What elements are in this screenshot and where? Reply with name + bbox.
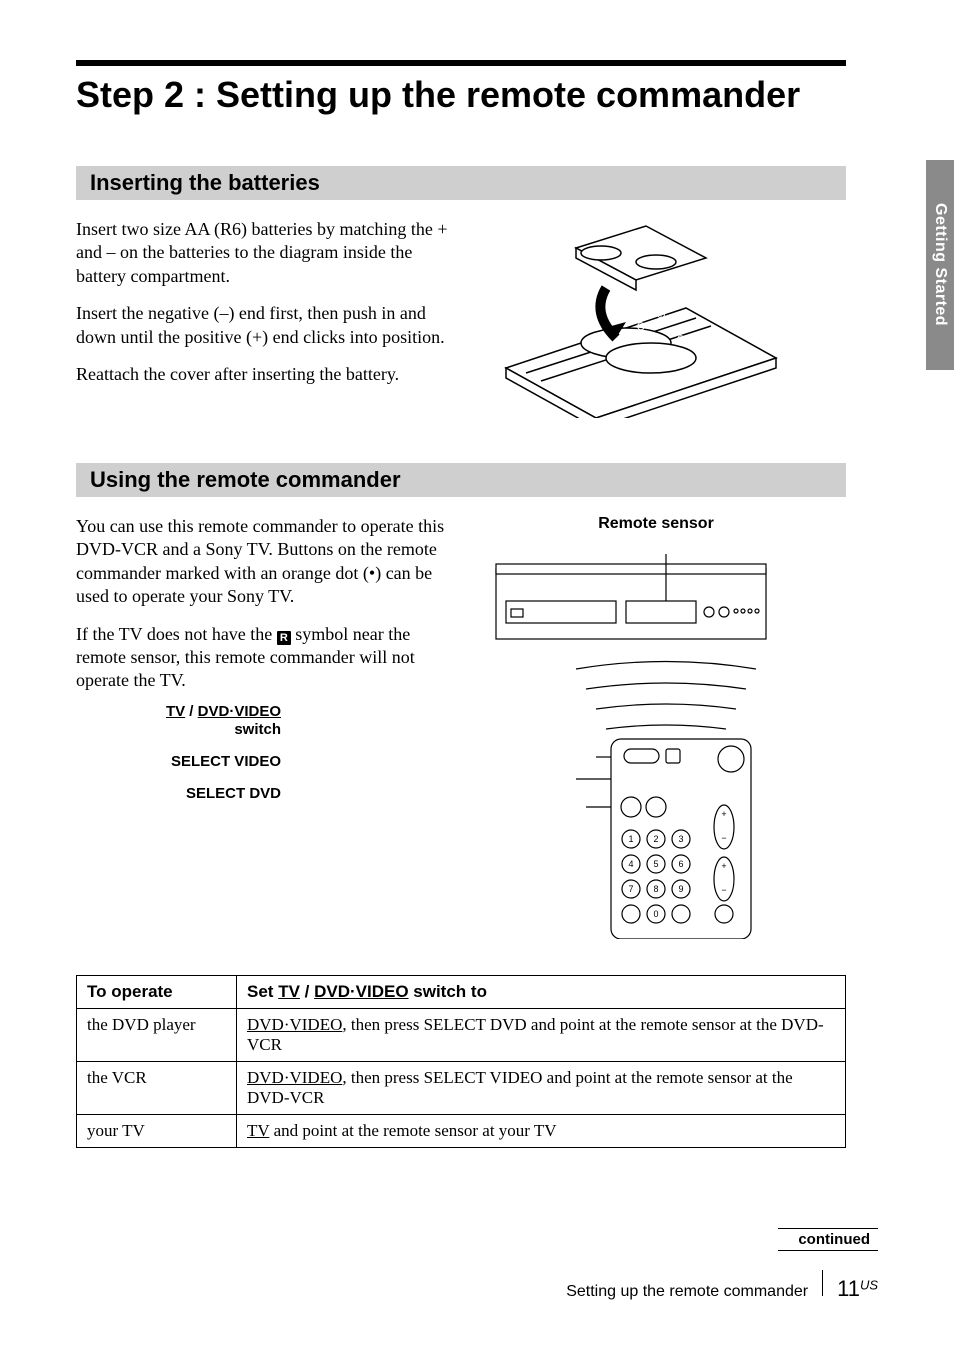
section-heading-batteries: Inserting the batteries xyxy=(76,166,846,200)
footer-title: Setting up the remote commander xyxy=(566,1283,808,1301)
th-tv: TV xyxy=(278,982,300,1001)
svg-text:⊖: ⊖ xyxy=(676,332,686,346)
th-set-switch: Set TV / DVD·VIDEO switch to xyxy=(237,976,846,1009)
remote-sensor-label: Remote sensor xyxy=(466,515,846,533)
section2-p1b-pre: If the TV does not have the xyxy=(76,624,277,644)
section1-text: Insert two size AA (R6) batteries by mat… xyxy=(76,218,456,423)
table-row: the VCR DVD·VIDEO, then press SELECT VID… xyxy=(77,1062,846,1115)
table-row: the DVD player DVD·VIDEO, then press SEL… xyxy=(77,1009,846,1062)
cell-switch-2: TV and point at the remote sensor at you… xyxy=(237,1115,846,1148)
svg-text:−: − xyxy=(721,833,726,843)
cell-operate-1: the VCR xyxy=(77,1062,237,1115)
continued-label: continued xyxy=(778,1228,878,1251)
callout-select-video: SELECT VIDEO xyxy=(76,753,281,771)
footer-region: US xyxy=(860,1278,878,1293)
footer-page-number: 11 xyxy=(837,1276,860,1301)
footer-divider xyxy=(822,1270,823,1296)
svg-text:−: − xyxy=(721,885,726,895)
callout-switch-tv: TV xyxy=(166,703,185,720)
page-footer: Setting up the remote commander 11US xyxy=(566,1270,878,1302)
section2-p1a: You can use this remote commander to ope… xyxy=(76,515,456,609)
th-pre: Set xyxy=(247,982,278,1001)
callout-switch-sep: / xyxy=(185,703,198,720)
svg-text:5: 5 xyxy=(653,859,658,869)
callout-switch-word: switch xyxy=(234,721,281,738)
remote-callouts: TV / DVD·VIDEO switch SELECT VIDEO SELEC… xyxy=(76,703,281,817)
cell-switch-2-u: TV xyxy=(247,1121,269,1140)
callout-select-dvd: SELECT DVD xyxy=(76,785,281,803)
remote-illustration: Remote sensor xyxy=(466,515,846,944)
svg-text:2: 2 xyxy=(653,834,658,844)
section2-body: You can use this remote commander to ope… xyxy=(76,515,846,955)
svg-text:4: 4 xyxy=(628,859,633,869)
svg-text:3: 3 xyxy=(678,834,683,844)
svg-text:0: 0 xyxy=(653,909,658,919)
section2-text: You can use this remote commander to ope… xyxy=(76,515,456,693)
svg-text:⊖: ⊖ xyxy=(636,319,646,333)
table-row: your TV TV and point at the remote senso… xyxy=(77,1115,846,1148)
callout-switch: TV / DVD·VIDEO switch xyxy=(76,703,281,739)
svg-text:⊕: ⊕ xyxy=(656,307,666,321)
operate-table: To operate Set TV / DVD·VIDEO switch to … xyxy=(76,975,846,1148)
section2-p1b: If the TV does not have the R symbol nea… xyxy=(76,623,456,693)
cell-switch-1: DVD·VIDEO, then press SELECT VIDEO and p… xyxy=(237,1062,846,1115)
svg-text:1: 1 xyxy=(628,834,633,844)
th-to-operate: To operate xyxy=(77,976,237,1009)
cell-switch-0: DVD·VIDEO, then press SELECT DVD and poi… xyxy=(237,1009,846,1062)
cell-operate-0: the DVD player xyxy=(77,1009,237,1062)
cell-operate-2: your TV xyxy=(77,1115,237,1148)
title-rule xyxy=(76,60,846,66)
svg-text:9: 9 xyxy=(678,884,683,894)
svg-text:+: + xyxy=(721,861,726,871)
cell-switch-2-rest: and point at the remote sensor at your T… xyxy=(269,1121,556,1140)
svg-text:6: 6 xyxy=(678,859,683,869)
svg-text:+: + xyxy=(721,809,726,819)
battery-illustration: ⊖ ⊖ ⊕ xyxy=(476,218,846,423)
page-title: Step 2 : Setting up the remote commander xyxy=(76,74,878,116)
section1-body: Insert two size AA (R6) batteries by mat… xyxy=(76,218,846,423)
section1-p2: Insert the negative (–) end first, then … xyxy=(76,302,456,349)
th-post: switch to xyxy=(409,982,487,1001)
cell-switch-0-u: DVD·VIDEO xyxy=(247,1015,342,1034)
svg-text:7: 7 xyxy=(628,884,633,894)
callout-switch-dvdvideo: DVD·VIDEO xyxy=(198,703,281,720)
th-dvd: DVD·VIDEO xyxy=(314,982,408,1001)
page-content: Step 2 : Setting up the remote commander… xyxy=(0,0,954,1352)
section-heading-remote: Using the remote commander xyxy=(76,463,846,497)
svg-text:8: 8 xyxy=(653,884,658,894)
battery-svg: ⊖ ⊖ ⊕ xyxy=(476,218,796,418)
remote-symbol-icon: R xyxy=(277,631,291,645)
th-sep: / xyxy=(300,982,314,1001)
section1-p1: Insert two size AA (R6) batteries by mat… xyxy=(76,218,456,288)
table-header-row: To operate Set TV / DVD·VIDEO switch to xyxy=(77,976,846,1009)
remote-svg: 1 2 3 4 5 6 7 8 9 0 + − + − xyxy=(466,539,796,939)
cell-switch-1-u: DVD·VIDEO xyxy=(247,1068,342,1087)
section1-p3: Reattach the cover after inserting the b… xyxy=(76,363,456,386)
